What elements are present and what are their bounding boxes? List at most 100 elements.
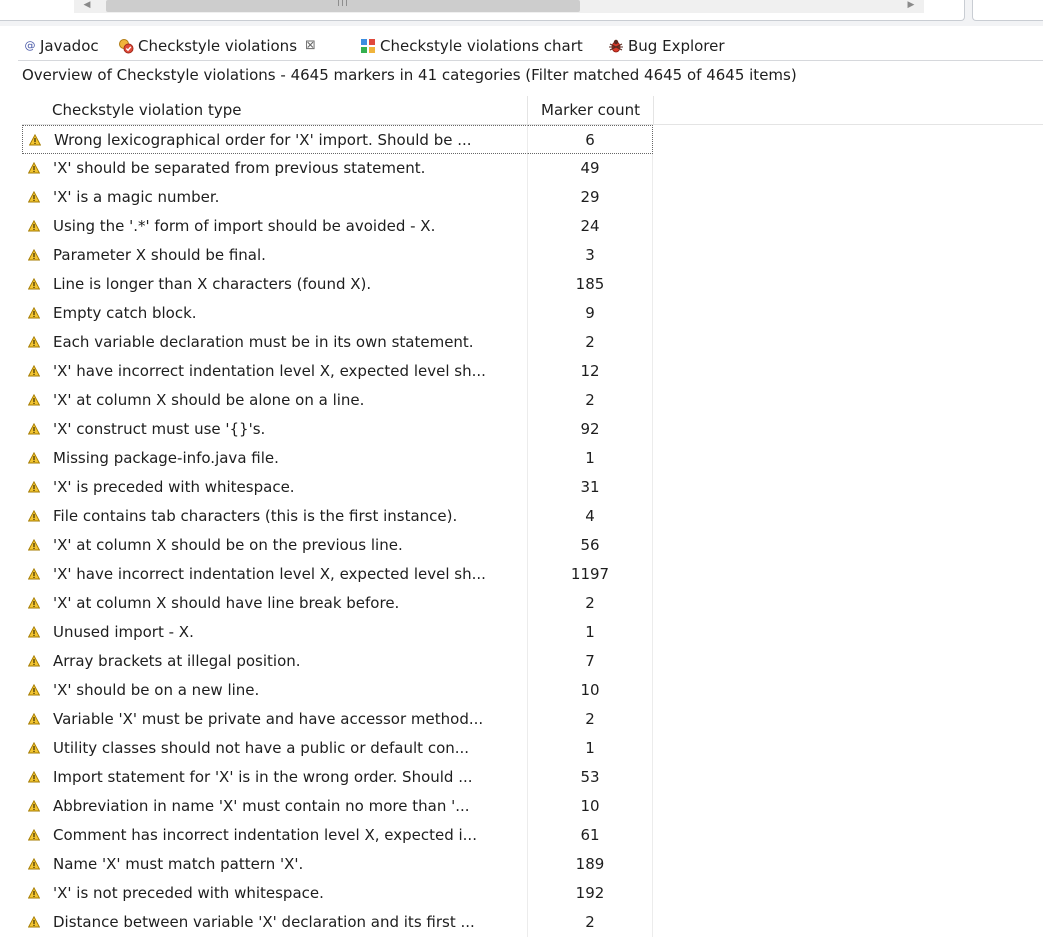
violation-type-cell[interactable]: File contains tab characters (this is th… [22, 502, 528, 531]
violation-type-cell[interactable]: Using the '.*' form of import should be … [22, 212, 528, 241]
table-row[interactable]: 'X' is not preceded with whitespace. 192 [22, 879, 1043, 908]
marker-count-cell[interactable]: 2 [528, 705, 653, 734]
violation-type-cell[interactable]: 'X' at column X should have line break b… [22, 589, 528, 618]
marker-count-cell[interactable]: 1 [528, 444, 653, 473]
scrollbar-thumb[interactable]: ||| [106, 0, 580, 12]
violation-type-cell[interactable]: 'X' construct must use '{}'s. [22, 415, 528, 444]
violation-type-cell[interactable]: 'X' is preceded with whitespace. [22, 473, 528, 502]
marker-count-cell[interactable]: 1197 [528, 560, 653, 589]
table-row[interactable]: 'X' construct must use '{}'s. 92 [22, 415, 1043, 444]
violation-type-cell[interactable]: 'X' at column X should be alone on a lin… [22, 386, 528, 415]
table-row[interactable]: File contains tab characters (this is th… [22, 502, 1043, 531]
table-row[interactable]: 'X' at column X should be alone on a lin… [22, 386, 1043, 415]
marker-count-cell[interactable]: 53 [528, 763, 653, 792]
table-row[interactable]: Comment has incorrect indentation level … [22, 821, 1043, 850]
close-icon[interactable]: ⊠ [305, 38, 316, 53]
table-row[interactable]: Wrong lexicographical order for 'X' impo… [22, 125, 1043, 154]
marker-count-cell[interactable]: 7 [528, 647, 653, 676]
marker-count-cell[interactable]: 185 [528, 270, 653, 299]
marker-count-cell[interactable]: 10 [528, 792, 653, 821]
table-row[interactable]: Variable 'X' must be private and have ac… [22, 705, 1043, 734]
marker-count-cell[interactable]: 9 [528, 299, 653, 328]
violation-type-cell[interactable]: 'X' have incorrect indentation level X, … [22, 357, 528, 386]
marker-count-cell[interactable]: 29 [528, 183, 653, 212]
marker-count-cell[interactable]: 56 [528, 531, 653, 560]
violation-type-label: Array brackets at illegal position. [53, 652, 301, 670]
violation-type-cell[interactable]: 'X' have incorrect indentation level X, … [22, 560, 528, 589]
marker-count-cell[interactable]: 61 [528, 821, 653, 850]
table-row[interactable]: 'X' is a magic number. 29 [22, 183, 1043, 212]
table-row[interactable]: Line is longer than X characters (found … [22, 270, 1043, 299]
tab-checkstyle-chart[interactable]: Checkstyle violations chart [360, 32, 583, 59]
violation-type-label: 'X' should be on a new line. [53, 681, 260, 699]
marker-count-cell[interactable]: 1 [528, 618, 653, 647]
violation-type-cell[interactable]: 'X' is a magic number. [22, 183, 528, 212]
marker-count-cell[interactable]: 24 [528, 212, 653, 241]
table-row[interactable]: Unused import - X. 1 [22, 618, 1043, 647]
violation-type-cell[interactable]: Name 'X' must match pattern 'X'. [22, 850, 528, 879]
violation-type-cell[interactable]: Parameter X should be final. [22, 241, 528, 270]
marker-count-cell[interactable]: 10 [528, 676, 653, 705]
violation-type-cell[interactable]: 'X' should be separated from previous st… [22, 154, 528, 183]
side-panel-edge [972, 0, 1043, 21]
tab-bug-explorer[interactable]: Bug Explorer [608, 32, 725, 59]
table-row[interactable]: Empty catch block. 9 [22, 299, 1043, 328]
marker-count-cell[interactable]: 12 [528, 357, 653, 386]
marker-count-cell[interactable]: 4 [528, 502, 653, 531]
horizontal-scrollbar[interactable]: ◀ ||| ▶ [74, 0, 924, 13]
table-row[interactable]: 'X' have incorrect indentation level X, … [22, 357, 1043, 386]
table-row[interactable]: Using the '.*' form of import should be … [22, 212, 1043, 241]
column-header-marker-count[interactable]: Marker count [528, 96, 654, 124]
column-header-violation-type[interactable]: Checkstyle violation type [22, 96, 528, 124]
marker-count-cell[interactable]: 49 [528, 154, 653, 183]
violation-type-cell[interactable]: Utility classes should not have a public… [22, 734, 528, 763]
violation-type-cell[interactable]: Line is longer than X characters (found … [22, 270, 528, 299]
violation-type-cell[interactable]: Empty catch block. [22, 299, 528, 328]
table-row[interactable]: Each variable declaration must be in its… [22, 328, 1043, 357]
table-row[interactable]: Utility classes should not have a public… [22, 734, 1043, 763]
violation-type-cell[interactable]: Array brackets at illegal position. [22, 647, 528, 676]
marker-count-cell[interactable]: 1 [528, 734, 653, 763]
table-row[interactable]: Missing package-info.java file. 1 [22, 444, 1043, 473]
table-row[interactable]: Array brackets at illegal position. 7 [22, 647, 1043, 676]
marker-count-cell[interactable]: 2 [528, 908, 653, 937]
table-row[interactable]: 'X' should be separated from previous st… [22, 154, 1043, 183]
table-row[interactable]: Parameter X should be final. 3 [22, 241, 1043, 270]
violation-type-cell[interactable]: Distance between variable 'X' declaratio… [22, 908, 528, 937]
violation-type-cell[interactable]: 'X' at column X should be on the previou… [22, 531, 528, 560]
scroll-right-icon[interactable]: ▶ [898, 0, 924, 13]
marker-count-cell[interactable]: 192 [528, 879, 653, 908]
violation-type-cell[interactable]: 'X' should be on a new line. [22, 676, 528, 705]
marker-count-cell[interactable]: 2 [528, 386, 653, 415]
table-row[interactable]: 'X' is preceded with whitespace. 31 [22, 473, 1043, 502]
table-row[interactable]: 'X' have incorrect indentation level X, … [22, 560, 1043, 589]
violation-type-cell[interactable]: 'X' is not preceded with whitespace. [22, 879, 528, 908]
violation-type-cell[interactable]: Import statement for 'X' is in the wrong… [22, 763, 528, 792]
tab-checkstyle-violations[interactable]: Checkstyle violations ⊠ [118, 32, 316, 59]
violation-type-cell[interactable]: Unused import - X. [22, 618, 528, 647]
violation-type-cell[interactable]: Variable 'X' must be private and have ac… [22, 705, 528, 734]
warning-icon [28, 249, 40, 261]
table-row[interactable]: 'X' at column X should have line break b… [22, 589, 1043, 618]
scroll-left-icon[interactable]: ◀ [74, 0, 100, 13]
marker-count-cell[interactable]: 2 [528, 589, 653, 618]
marker-count-cell[interactable]: 189 [528, 850, 653, 879]
violation-type-cell[interactable]: Comment has incorrect indentation level … [22, 821, 528, 850]
table-row[interactable]: Name 'X' must match pattern 'X'. 189 [22, 850, 1043, 879]
violation-type-cell[interactable]: Missing package-info.java file. [22, 444, 528, 473]
chart-icon [360, 38, 376, 54]
table-row[interactable]: Import statement for 'X' is in the wrong… [22, 763, 1043, 792]
violation-type-cell[interactable]: Wrong lexicographical order for 'X' impo… [22, 125, 528, 154]
violation-type-cell[interactable]: Abbreviation in name 'X' must contain no… [22, 792, 528, 821]
marker-count-cell[interactable]: 31 [528, 473, 653, 502]
violation-type-cell[interactable]: Each variable declaration must be in its… [22, 328, 528, 357]
table-row[interactable]: 'X' at column X should be on the previou… [22, 531, 1043, 560]
marker-count-cell[interactable]: 3 [528, 241, 653, 270]
table-row[interactable]: Distance between variable 'X' declaratio… [22, 908, 1043, 937]
marker-count-cell[interactable]: 6 [528, 125, 653, 154]
marker-count-cell[interactable]: 92 [528, 415, 653, 444]
table-row[interactable]: 'X' should be on a new line. 10 [22, 676, 1043, 705]
table-row[interactable]: Abbreviation in name 'X' must contain no… [22, 792, 1043, 821]
marker-count-cell[interactable]: 2 [528, 328, 653, 357]
tab-javadoc[interactable]: @ Javadoc [24, 32, 99, 59]
